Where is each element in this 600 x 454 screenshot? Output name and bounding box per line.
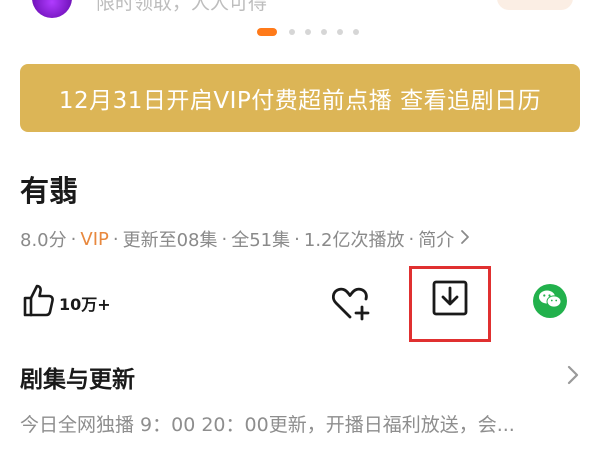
promo-avatar — [32, 0, 72, 18]
promo-row[interactable]: 限时领取，人人可得 — [0, 0, 600, 20]
favorite-button[interactable] — [330, 285, 372, 327]
carousel-dot — [353, 29, 359, 35]
show-title: 有翡 — [20, 174, 79, 208]
carousel-dot-active — [257, 28, 277, 36]
vip-badge: VIP — [80, 228, 109, 250]
download-button[interactable] — [432, 280, 468, 320]
episode-total: 全51集 — [231, 230, 291, 251]
vip-schedule-banner[interactable]: 12月31日开启VIP付费超前点播 查看追剧日历 — [20, 64, 580, 132]
download-icon — [432, 280, 468, 320]
carousel-dot — [305, 29, 311, 35]
carousel-indicator — [0, 26, 600, 38]
play-count: 1.2亿次播放 — [303, 230, 405, 251]
episodes-section-header[interactable]: 剧集与更新 — [20, 358, 580, 394]
vip-banner-text: 12月31日开启VIP付费超前点播 查看追剧日历 — [58, 88, 542, 114]
wechat-icon — [538, 289, 562, 313]
like-count: 10万+ — [59, 295, 111, 314]
meta-separator: · — [70, 228, 77, 250]
update-note: 今日全网独播 9：00 20：00更新，开播日福利放送，会... — [20, 414, 515, 436]
chevron-right-icon — [566, 364, 580, 390]
wechat-share-button[interactable] — [533, 284, 567, 318]
show-meta: 8.0分 · VIP · 更新至08集 · 全51集 · 1.2亿次播放 · 简… — [20, 226, 470, 252]
heart-plus-icon — [330, 287, 372, 327]
promo-text: 限时领取，人人可得 — [96, 0, 268, 14]
thumbs-up-icon — [22, 282, 58, 318]
episodes-title: 剧集与更新 — [20, 367, 135, 393]
like-button[interactable]: 10万+ — [22, 282, 111, 318]
carousel-dot — [321, 29, 327, 35]
meta-separator: · — [294, 228, 300, 250]
meta-separator: · — [221, 228, 228, 250]
action-row: 10万+ — [0, 276, 600, 336]
carousel-dot — [289, 29, 295, 35]
carousel-dot — [337, 29, 343, 35]
promo-button[interactable] — [497, 0, 573, 10]
chevron-right-icon — [460, 229, 470, 250]
intro-link[interactable]: 简介 — [418, 226, 454, 252]
update-status: 更新至08集 — [122, 230, 218, 251]
show-score: 8.0分 — [20, 230, 67, 251]
meta-separator: · — [408, 228, 415, 250]
meta-separator: · — [112, 228, 119, 250]
